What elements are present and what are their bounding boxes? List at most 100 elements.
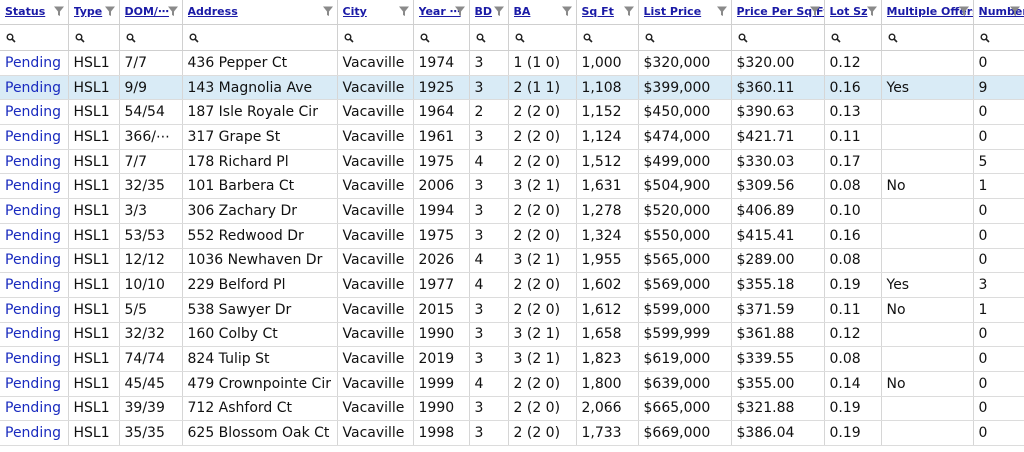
filter-cell-year[interactable]: [413, 24, 470, 51]
cell-type: HSL1: [68, 248, 120, 274]
cell-offers: [881, 322, 974, 348]
cell-status[interactable]: Pending: [0, 99, 69, 126]
table-row[interactable]: Pending HSL1 32/35 101 Barbera Ct Vacaville 2…: [0, 173, 1024, 200]
table-row[interactable]: Pending HSL1 12/12 1036 Newhaven Dr Vacavill…: [0, 248, 1024, 274]
funnel-icon[interactable]: [809, 5, 821, 17]
cell-address: 178 Richard Pl: [182, 149, 338, 175]
cell-sqft: 1,658: [576, 322, 639, 348]
table-row[interactable]: Pending HSL1 5/5 538 Sawyer Dr Vacaville 2015…: [0, 297, 1024, 323]
search-icon: [189, 33, 199, 43]
table-row[interactable]: Pending HSL1 3/3 306 Zachary Dr Vacaville 199…: [0, 198, 1024, 224]
column-header-address[interactable]: Address: [182, 0, 338, 25]
cell-year: 1961: [413, 124, 470, 150]
cell-ba: 1 (1 0): [508, 50, 577, 76]
cell-status[interactable]: Pending: [0, 346, 69, 372]
filter-cell-ba[interactable]: [508, 24, 577, 51]
column-header-ppsf[interactable]: Price Per Sq Ft: [731, 0, 825, 25]
cell-lot: 0.12: [824, 322, 882, 348]
funnel-icon[interactable]: [104, 5, 116, 17]
funnel-icon[interactable]: [493, 5, 505, 17]
cell-city: Vacaville: [337, 99, 414, 126]
funnel-icon[interactable]: [716, 5, 728, 17]
funnel-icon[interactable]: [958, 5, 970, 17]
cell-status[interactable]: Pending: [0, 50, 69, 76]
cell-status[interactable]: Pending: [0, 371, 69, 397]
filter-row: [0, 24, 1024, 51]
funnel-icon[interactable]: [561, 5, 573, 17]
cell-address: 143 Magnolia Ave: [182, 75, 338, 101]
cell-status[interactable]: Pending: [0, 124, 69, 150]
search-icon: [980, 33, 990, 43]
filter-cell-list_price[interactable]: [638, 24, 732, 51]
search-icon: [6, 33, 16, 43]
cell-status[interactable]: Pending: [0, 198, 69, 224]
table-row[interactable]: Pending HSL1 45/45 479 Crownpointe Cir Vacav…: [0, 371, 1024, 397]
table-row[interactable]: Pending HSL1 53/53 552 Redwood Dr Vacaville 1…: [0, 223, 1024, 249]
cell-bd: 4: [469, 248, 509, 274]
column-header-offers[interactable]: Multiple Offers: [881, 0, 974, 25]
cell-status[interactable]: Pending: [0, 322, 69, 348]
cell-status[interactable]: Pending: [0, 223, 69, 249]
column-header-status[interactable]: Status: [0, 0, 69, 25]
funnel-icon[interactable]: [866, 5, 878, 17]
filter-cell-sqft[interactable]: [576, 24, 639, 51]
column-header-sqft[interactable]: Sq Ft: [576, 0, 639, 25]
funnel-icon[interactable]: [53, 5, 65, 17]
cell-offers: No: [881, 173, 974, 200]
cell-status[interactable]: Pending: [0, 396, 69, 422]
funnel-icon[interactable]: [167, 5, 179, 17]
table-row[interactable]: Pending HSL1 54/54 187 Isle Royale Cir Vacav…: [0, 99, 1024, 126]
filter-cell-number[interactable]: [973, 24, 1024, 51]
column-header-type[interactable]: Type: [68, 0, 120, 25]
column-header-dom[interactable]: DOM/⋯: [119, 0, 183, 25]
cell-status[interactable]: Pending: [0, 149, 69, 175]
filter-cell-lot[interactable]: [824, 24, 882, 51]
table-row[interactable]: Pending HSL1 366/⋯ 317 Grape St Vacaville 196…: [0, 124, 1024, 150]
cell-number: 0: [973, 248, 1024, 274]
funnel-icon[interactable]: [454, 5, 466, 17]
funnel-icon[interactable]: [398, 5, 410, 17]
cell-status[interactable]: Pending: [0, 248, 69, 274]
cell-address: 101 Barbera Ct: [182, 173, 338, 200]
filter-cell-dom[interactable]: [119, 24, 183, 51]
funnel-icon[interactable]: [1009, 5, 1021, 17]
filter-cell-address[interactable]: [182, 24, 338, 51]
table-row[interactable]: Pending HSL1 39/39 712 Ashford Ct Vacaville 1…: [0, 396, 1024, 422]
cell-type: HSL1: [68, 420, 120, 446]
column-header-city[interactable]: City: [337, 0, 414, 25]
cell-type: HSL1: [68, 198, 120, 224]
cell-offers: [881, 346, 974, 372]
filter-cell-city[interactable]: [337, 24, 414, 51]
filter-cell-status[interactable]: [0, 24, 69, 51]
cell-status[interactable]: Pending: [0, 272, 69, 298]
column-header-number[interactable]: Number ⋯: [973, 0, 1024, 25]
filter-cell-ppsf[interactable]: [731, 24, 825, 51]
cell-type: HSL1: [68, 149, 120, 175]
filter-cell-bd[interactable]: [469, 24, 509, 51]
funnel-icon[interactable]: [623, 5, 635, 17]
filter-cell-type[interactable]: [68, 24, 120, 51]
cell-dom: 5/5: [119, 297, 183, 323]
funnel-icon[interactable]: [322, 5, 334, 17]
table-row[interactable]: Pending HSL1 7/7 436 Pepper Ct Vacaville 1974…: [0, 50, 1024, 76]
column-header-year[interactable]: Year ⋯: [413, 0, 470, 25]
column-header-label[interactable]: Address: [188, 0, 337, 24]
column-header-lot[interactable]: Lot Sz: [824, 0, 882, 25]
cell-status[interactable]: Pending: [0, 173, 69, 200]
cell-status[interactable]: Pending: [0, 420, 69, 446]
table-row[interactable]: Pending HSL1 7/7 178 Richard Pl Vacaville 197…: [0, 149, 1024, 175]
table-row[interactable]: Pending HSL1 35/35 625 Blossom Oak Ct Vacavi…: [0, 420, 1024, 446]
cell-year: 1990: [413, 396, 470, 422]
table-row[interactable]: Pending HSL1 74/74 824 Tulip St Vacaville 201…: [0, 346, 1024, 372]
column-header-bd[interactable]: BD: [469, 0, 509, 25]
column-header-ba[interactable]: BA: [508, 0, 577, 25]
table-row[interactable]: Pending HSL1 9/9 143 Magnolia Ave Vacaville 1…: [0, 75, 1024, 101]
cell-status[interactable]: Pending: [0, 297, 69, 323]
table-row[interactable]: Pending HSL1 10/10 229 Belford Pl Vacaville 1…: [0, 272, 1024, 298]
cell-list_price: $320,000: [638, 50, 732, 76]
cell-status[interactable]: Pending: [0, 75, 69, 101]
cell-number: 0: [973, 396, 1024, 422]
column-header-list_price[interactable]: List Price: [638, 0, 732, 25]
table-row[interactable]: Pending HSL1 32/32 160 Colby Ct Vacaville 199…: [0, 322, 1024, 348]
filter-cell-offers[interactable]: [881, 24, 974, 51]
